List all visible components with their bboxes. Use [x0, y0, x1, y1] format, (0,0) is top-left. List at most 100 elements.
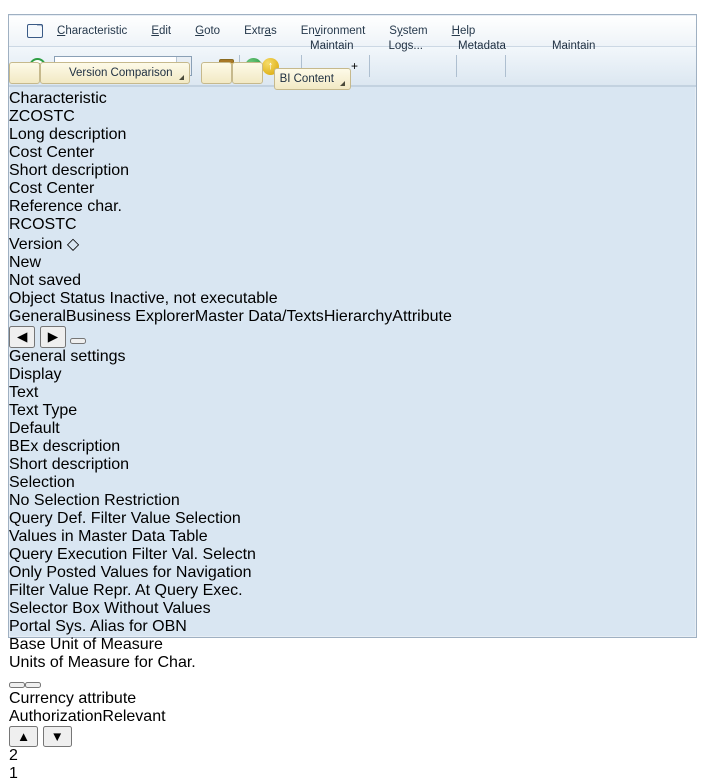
- tab-general[interactable]: General: [9, 308, 66, 326]
- create-icon[interactable]: [213, 36, 232, 55]
- settings-row-units-of-measure-for-char: Units of Measure for Char.: [9, 654, 696, 690]
- check-icon[interactable]: [175, 36, 194, 55]
- dropdown-value: Short description: [9, 456, 129, 473]
- tab-label: Master Data/Texts: [195, 308, 324, 325]
- delete-entries-button[interactable]: [25, 682, 41, 688]
- button-label: Version Comparison: [69, 67, 173, 79]
- tab-label: Hierarchy: [324, 308, 392, 325]
- maintain-button[interactable]: Maintain: [281, 35, 359, 57]
- settings-row-base-unit-of-measure: Base Unit of Measure: [9, 636, 696, 654]
- bex-description-dropdown[interactable]: Short description: [9, 456, 696, 474]
- tab-label: Attribute: [392, 308, 452, 325]
- tab-hierarchy[interactable]: Hierarchy: [324, 308, 392, 326]
- version-compare-icon: [46, 63, 65, 82]
- scroll-up-button[interactable]: ▲: [9, 726, 38, 747]
- tab-master-data-texts[interactable]: Master Data/Texts: [195, 308, 324, 326]
- query-execution-filter-val-selectn-dropdown[interactable]: Only Posted Values for Navigation: [9, 564, 696, 582]
- display-change-icon[interactable]: [126, 36, 145, 55]
- create-shortcut-icon[interactable]: [481, 57, 500, 76]
- bi-content-button[interactable]: BI Content: [274, 68, 351, 90]
- version-comparison-button[interactable]: Version Comparison: [40, 62, 190, 84]
- maintain-button[interactable]: Maintain: [523, 35, 601, 57]
- exit-icon[interactable]: [232, 36, 251, 55]
- object-status-row: Object Status Inactive, not executable: [9, 290, 696, 308]
- back-arrow-icon[interactable]: [9, 36, 28, 55]
- tab-attribute[interactable]: Attribute: [392, 308, 452, 326]
- settings-label: Query Execution Filter Val. Selectn: [9, 546, 256, 563]
- filter-value-repr-at-query-exec-dropdown[interactable]: Selector Box Without Values: [9, 600, 696, 618]
- settings-row-filter-value-repr-at-query-exec: Filter Value Repr. At Query Exec.Selecto…: [9, 582, 696, 618]
- long-description-field[interactable]: Cost Center: [9, 144, 696, 162]
- version-dropdown[interactable]: New: [9, 254, 696, 272]
- display-dropdown[interactable]: Text: [9, 384, 696, 402]
- tab-scroll-left-button[interactable]: ◀: [9, 326, 35, 348]
- copy-icon[interactable]: [145, 36, 164, 55]
- dropdown-value: Values in Master Data Table: [9, 528, 208, 545]
- tab-label: General: [9, 308, 66, 325]
- metadata-button[interactable]: Metadata: [429, 35, 512, 57]
- settings-control: Only Posted Values for Navigation: [9, 564, 696, 582]
- customize-icon[interactable]: [530, 57, 549, 76]
- new-session-icon[interactable]: [462, 57, 481, 76]
- settings-rows: DisplayTextText TypeDefaultBEx descripti…: [9, 366, 696, 708]
- selection-dropdown[interactable]: No Selection Restriction: [9, 492, 696, 510]
- annotation-badge-1: 1: [9, 765, 696, 783]
- version-row: Version ◇ New Not saved: [9, 234, 696, 290]
- diamond-icon: ◇: [67, 236, 79, 253]
- sap-window: CharacteristicEditGotoExtrasEnvironmentS…: [8, 14, 697, 638]
- settings-label: Currency attribute: [9, 690, 136, 707]
- overview-icon[interactable]: [58, 36, 77, 55]
- settings-control: Default: [9, 420, 696, 438]
- menu-arrow-icon: [340, 81, 345, 86]
- settings-label: Portal Sys. Alias for OBN: [9, 618, 187, 635]
- hierarchy-icon[interactable]: [77, 36, 96, 55]
- annotation-badge-2: 2: [9, 747, 696, 765]
- first-page-icon[interactable]: [375, 57, 394, 76]
- settings-label: Display: [9, 366, 61, 383]
- create-entries-button[interactable]: [9, 682, 25, 688]
- forward-arrow-icon[interactable]: [28, 36, 47, 55]
- toolbar-separator: [505, 55, 506, 77]
- distribute-icon: [238, 63, 257, 82]
- toolbar-separator: [369, 55, 370, 77]
- maintain-green-icon: [287, 36, 306, 55]
- dropdown-value: Default: [9, 420, 60, 437]
- last-page-icon[interactable]: [432, 57, 451, 76]
- scroll-down-button[interactable]: ▼: [43, 726, 72, 747]
- query-def-filter-value-selection-dropdown[interactable]: Values in Master Data Table: [9, 528, 696, 546]
- truck-button[interactable]: [201, 62, 232, 84]
- logs-icon: [365, 36, 384, 55]
- table-view-icon[interactable]: [96, 36, 115, 55]
- plus-icon: +: [351, 59, 358, 73]
- transport-icon[interactable]: [262, 36, 281, 55]
- button-label: Logs...: [388, 40, 423, 52]
- distribute-button[interactable]: [232, 62, 263, 84]
- long-description-row: Long description Cost Center: [9, 126, 696, 162]
- button-label: Maintain: [310, 40, 353, 52]
- long-description-label: Long description: [9, 126, 126, 143]
- group-title: General settings: [9, 348, 696, 366]
- settings-row-query-def-filter-value-selection: Query Def. Filter Value SelectionValues …: [9, 510, 696, 546]
- short-description-field[interactable]: Cost Center: [9, 180, 696, 198]
- version-status: Not saved: [9, 272, 81, 289]
- next-page-icon[interactable]: [413, 57, 432, 76]
- tab-scroll-right-button[interactable]: ▶: [40, 326, 66, 348]
- settings-control: Values in Master Data Table: [9, 528, 696, 546]
- vertical-scrollbar[interactable]: ▲ ▼: [9, 726, 696, 747]
- settings-row-query-execution-filter-val-selectn: Query Execution Filter Val. SelectnOnly …: [9, 546, 696, 582]
- tab-list-button[interactable]: [70, 338, 86, 344]
- object-status-value: Inactive, not executable: [110, 290, 278, 307]
- hierarchy-small-button[interactable]: [9, 62, 40, 84]
- previous-page-icon[interactable]: [394, 57, 413, 76]
- logs-button[interactable]: Logs...: [359, 35, 429, 57]
- tab-business-explorer[interactable]: Business Explorer: [66, 308, 195, 326]
- text-type-dropdown[interactable]: Default: [9, 420, 696, 438]
- authorization-relevant-row: AuthorizationRelevant: [9, 708, 696, 726]
- settings-control: Short description: [9, 456, 696, 474]
- authorization-relevant-label: AuthorizationRelevant: [9, 708, 166, 725]
- activate-icon[interactable]: [194, 36, 213, 55]
- short-description-row: Short description Cost Center Reference …: [9, 162, 696, 234]
- maintain-pencil-icon: [529, 36, 548, 55]
- characteristic-row: Characteristic ZCOSTC: [9, 90, 696, 126]
- help-icon[interactable]: [511, 57, 530, 76]
